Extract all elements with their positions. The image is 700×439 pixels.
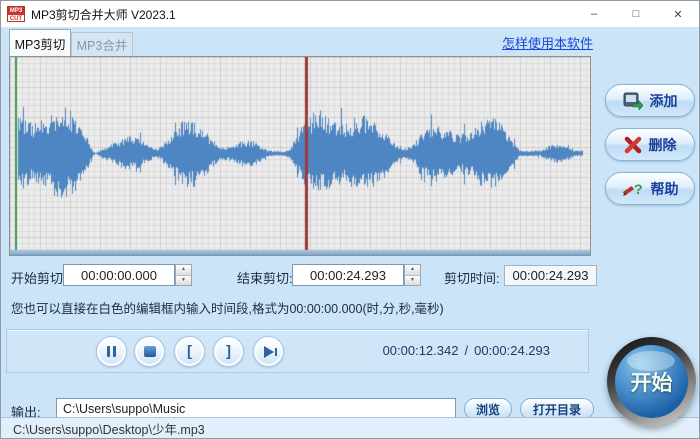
window-controls: – □ ✕	[573, 1, 699, 27]
mark-start-button[interactable]: [	[174, 336, 205, 367]
pause-icon	[107, 346, 116, 357]
stop-icon	[143, 346, 156, 357]
current-time: 00:00:12.342	[382, 343, 459, 358]
time-separator: /	[464, 343, 469, 358]
start-cut-spinner: ▲ ▼	[175, 264, 192, 286]
mark-end-icon: ]	[226, 343, 231, 360]
help-link[interactable]: 怎样使用本软件	[502, 33, 593, 52]
player-time-display: 00:00:12.342 / 00:00:24.293	[383, 343, 550, 358]
app-logo-bottom: CUT	[9, 16, 23, 22]
mark-start-icon: [	[187, 343, 192, 360]
end-cut-spin-up-icon[interactable]: ▲	[405, 265, 420, 275]
start-button[interactable]: 开始	[607, 337, 696, 426]
start-button-face: 开始	[615, 345, 688, 418]
help-button[interactable]: ? 帮助	[605, 172, 695, 205]
start-button-label: 开始	[630, 371, 673, 395]
add-file-icon	[623, 92, 643, 110]
help-icon: ?	[622, 181, 643, 197]
hint-text: 您也可以直接在白色的编辑框内输入时间段,格式为00:00:00.000(时,分,…	[11, 302, 444, 316]
end-cut-label: 结束剪切:	[237, 271, 293, 286]
app-window: MP3 CUT MP3剪切合并大师 V2023.1 – □ ✕ MP3剪切 MP…	[0, 0, 700, 439]
add-button[interactable]: 添加	[605, 84, 695, 117]
app-logo-icon: MP3 CUT	[7, 6, 25, 22]
loaded-file-path: C:\Users\suppo\Desktop\少年.mp3	[13, 422, 205, 437]
stop-button[interactable]	[134, 336, 165, 367]
start-cut-input[interactable]	[63, 264, 175, 286]
end-cut-input[interactable]	[292, 264, 404, 286]
start-cut-spin-down-icon[interactable]: ▼	[176, 274, 191, 285]
pause-button[interactable]	[96, 336, 127, 367]
play-icon	[263, 345, 274, 358]
cut-duration-value: 00:00:24.293	[504, 265, 597, 286]
end-cut-spin-down-icon[interactable]: ▼	[405, 274, 420, 285]
window-title: MP3剪切合并大师 V2023.1	[31, 7, 176, 22]
tab-mp3-cut[interactable]: MP3剪切	[9, 29, 71, 56]
end-cut-spinner: ▲ ▼	[404, 264, 421, 286]
play-icon-bar	[274, 347, 277, 356]
total-time: 00:00:24.293	[474, 343, 550, 358]
player-panel: [ ] 00:00:12.342 / 00:00:24.293	[6, 329, 589, 373]
minimize-button[interactable]: –	[573, 1, 615, 27]
svg-text:?: ?	[634, 181, 643, 197]
tab-mp3-merge[interactable]: MP3合并	[71, 32, 133, 56]
delete-button-label: 删除	[648, 136, 677, 153]
maximize-button[interactable]: □	[615, 1, 657, 27]
mark-end-button[interactable]: ]	[213, 336, 244, 367]
waveform-panel	[9, 56, 591, 256]
play-selection-button[interactable]	[253, 336, 284, 367]
title-bar: MP3 CUT MP3剪切合并大师 V2023.1 – □ ✕	[1, 1, 699, 27]
cut-duration-label: 剪切时间:	[444, 271, 500, 286]
waveform-bottom-strip	[10, 250, 590, 255]
app-logo-top: MP3	[8, 7, 24, 15]
delete-icon	[624, 136, 641, 153]
start-cut-label: 开始剪切:	[11, 271, 67, 286]
help-button-label: 帮助	[650, 180, 679, 197]
delete-button[interactable]: 删除	[605, 128, 695, 161]
close-button[interactable]: ✕	[657, 1, 699, 27]
status-bar: C:\Users\suppo\Desktop\少年.mp3	[1, 417, 699, 438]
waveform-canvas[interactable]	[10, 57, 590, 250]
start-cut-spin-up-icon[interactable]: ▲	[176, 265, 191, 275]
add-button-label: 添加	[649, 92, 678, 109]
